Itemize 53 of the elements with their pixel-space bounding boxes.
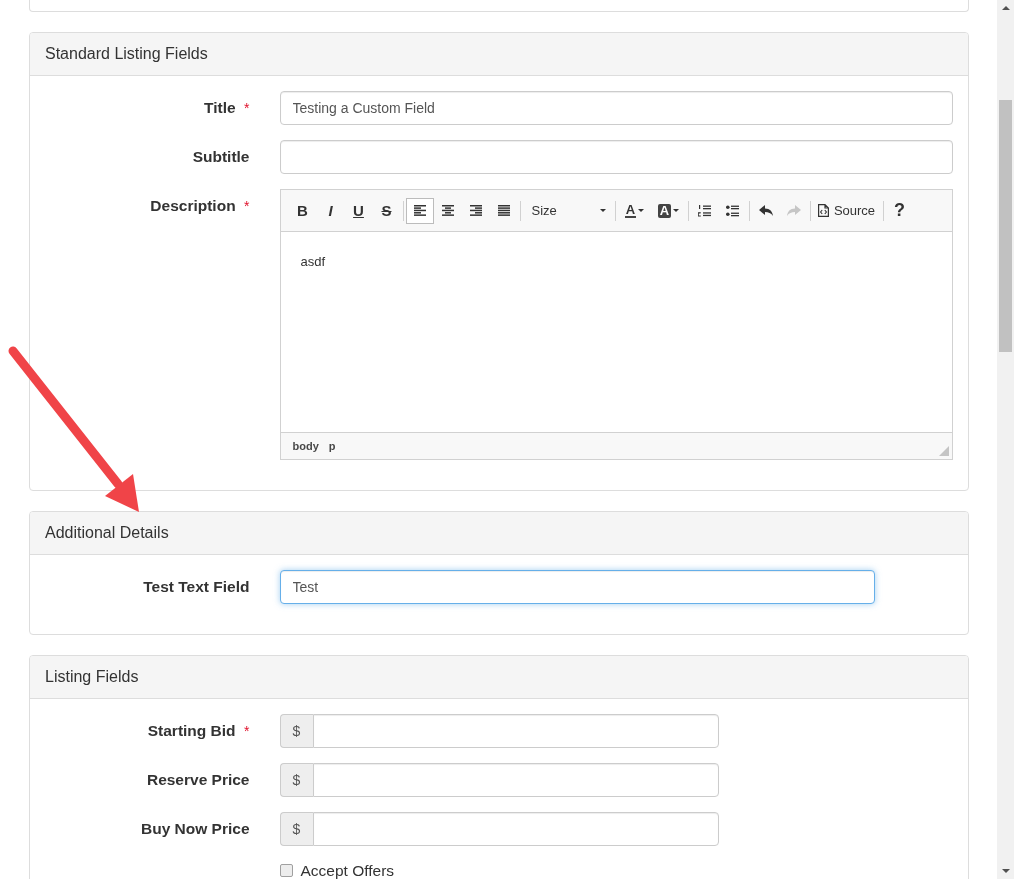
required-mark: * [244,100,250,116]
field-label: Title [204,99,236,116]
resize-grip-icon[interactable] [939,446,949,456]
text-color-button[interactable]: A [617,197,652,224]
source-code-icon [817,204,829,217]
strikethrough-button[interactable]: S [372,197,401,224]
caret-icon [599,209,606,212]
scrollbar[interactable] [997,0,1014,879]
align-left-button[interactable] [405,197,434,224]
caret-icon [673,209,680,212]
currency-addon: $ [279,714,313,748]
checkbox[interactable] [279,864,293,877]
field-label: Buy Now Price [140,820,250,837]
source-button[interactable]: Source [812,197,881,224]
scrollbar-thumb[interactable] [999,100,1012,352]
field-label: Reserve Price [146,771,250,788]
align-left-icon [413,205,426,216]
numbered-list-icon [698,204,711,217]
help-button[interactable]: ? [885,197,914,224]
panel-title: Standard Listing Fields [30,33,968,76]
checkbox-label[interactable]: Accept Offers [300,862,395,879]
align-right-icon [469,205,482,216]
panel-title: Additional Details [30,512,968,555]
element-path-link[interactable]: body [292,440,319,452]
italic-button[interactable]: I [316,197,345,224]
scroll-down-icon[interactable] [1001,869,1010,873]
price-field[interactable] [312,812,719,846]
currency-addon: $ [279,812,313,846]
align-center-icon [441,205,454,216]
field-label: Starting Bid [147,722,236,739]
bold-button[interactable]: B [288,197,317,224]
text-field[interactable] [279,140,953,174]
required-mark: * [244,198,250,214]
underline-button[interactable]: U [344,197,373,224]
price-field[interactable] [312,714,719,748]
required-mark: * [244,723,250,739]
redo-icon [786,205,801,216]
element-path-link[interactable]: p [328,440,336,452]
bulleted-list-icon [726,204,739,217]
undo-icon [758,205,773,216]
currency-addon: $ [279,763,313,797]
field-label: Subtitle [192,148,250,165]
caret-icon [638,209,645,212]
text-field[interactable]: Test [279,570,875,604]
justify-icon [497,205,510,216]
field-label: Test Text Field [143,578,250,595]
text-field[interactable]: Testing a Custom Field [279,91,953,125]
price-field[interactable] [312,763,719,797]
scroll-up-icon[interactable] [1001,6,1010,10]
font-size-dropdown[interactable]: Size [522,197,613,224]
panel-title: Listing Fields [30,656,968,699]
background-color-button[interactable]: A [651,197,686,224]
field-label: Description [150,197,236,214]
